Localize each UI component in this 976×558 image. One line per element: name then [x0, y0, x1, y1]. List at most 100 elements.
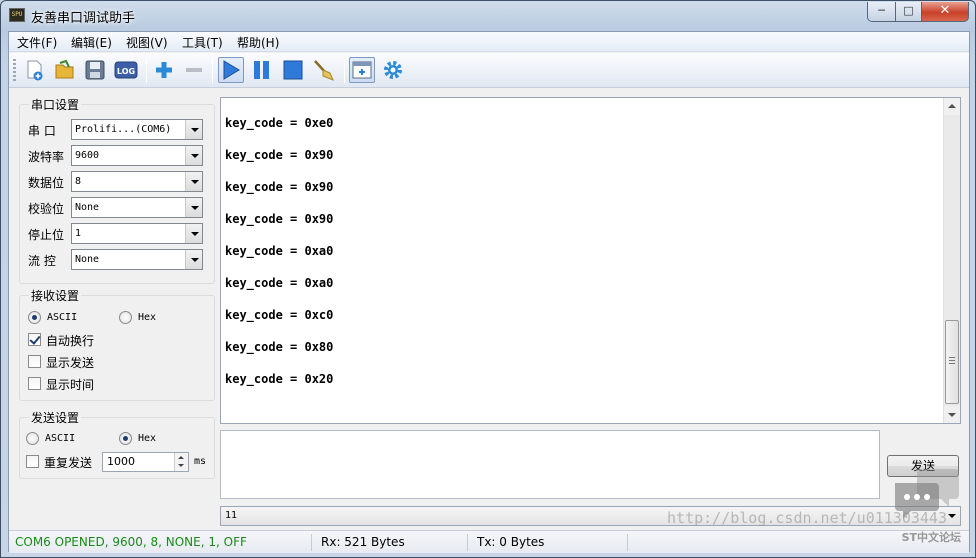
new-window-icon[interactable] [349, 57, 375, 83]
window-title: 友善串口调试助手 [31, 11, 136, 26]
receive-line: key_code = 0x90 [225, 148, 334, 162]
baud-label: 波特率 [28, 150, 65, 164]
left-settings-pane: 串口设置 串 口 Prolifi...(COM6) 波特率 9600 数据位 8… [19, 94, 215, 512]
parity-label: 校验位 [28, 202, 65, 216]
send-hex-radio[interactable] [119, 432, 132, 445]
parity-value: None [75, 202, 100, 213]
receive-line: key_code = 0xe0 [225, 116, 334, 130]
menu-file[interactable]: 文件(F) [17, 34, 57, 51]
receive-area[interactable]: key_code = 0xe0 key_code = 0x90 key_code =… [220, 97, 961, 424]
interval-spinner[interactable] [174, 453, 188, 471]
menu-help[interactable]: 帮助(H) [237, 34, 279, 51]
receive-text: key_code = 0xe0 key_code = 0x90 key_code =… [225, 114, 333, 402]
chevron-down-icon[interactable] [185, 172, 202, 191]
chevron-down-icon[interactable] [185, 120, 202, 139]
scroll-thumb[interactable] [945, 320, 959, 404]
toolbar-separator [344, 59, 345, 83]
open-icon[interactable] [52, 57, 78, 83]
chevron-down-icon[interactable] [178, 464, 184, 467]
auto-newline-checkbox[interactable] [28, 333, 41, 346]
stop-icon[interactable] [280, 57, 306, 83]
send-hex-label: Hex [138, 433, 157, 444]
send-ascii-radio[interactable] [26, 432, 39, 445]
app-icon: SPU [9, 8, 25, 22]
receive-scrollbar[interactable] [943, 98, 960, 423]
chevron-down-icon[interactable] [185, 198, 202, 217]
add-icon[interactable] [151, 57, 177, 83]
databits-select[interactable]: 8 [71, 171, 203, 192]
repeat-send-label: 重复发送 [44, 456, 93, 470]
title-bar[interactable]: SPU 友善串口调试助手 ─ □ ✕ [1, 1, 975, 31]
toolbar: LOG [9, 53, 969, 88]
serial-settings-title: 串口设置 [29, 96, 82, 113]
stopbits-select[interactable]: 1 [71, 223, 203, 244]
status-rx: Rx: 521 Bytes [321, 535, 405, 549]
recv-hex-label: Hex [138, 312, 157, 323]
receive-line: key_code = 0xa0 [225, 244, 334, 258]
port-value: Prolifi...(COM6) [75, 124, 172, 135]
svg-text:LOG: LOG [117, 67, 135, 76]
watermark-tag: ST中文论坛 [901, 531, 961, 544]
minimize-button[interactable]: ─ [867, 2, 896, 22]
receive-line: key_code = 0x90 [225, 180, 334, 194]
repeat-interval-value: 1000 [107, 455, 135, 468]
receive-settings-title: 接收设置 [29, 287, 82, 304]
chevron-up-icon[interactable] [178, 456, 184, 459]
toolbar-grip[interactable] [13, 59, 16, 83]
receive-line: key_code = 0x80 [225, 340, 334, 354]
run-icon[interactable] [218, 57, 244, 83]
auto-newline-label: 自动换行 [46, 334, 95, 348]
baud-value: 9600 [75, 150, 100, 161]
client-area: 文件(F) 编辑(E) 视图(V) 工具(T) 帮助(H) LOG 串口设置 串… [8, 31, 970, 553]
recv-ascii-radio[interactable] [28, 311, 41, 324]
save-icon[interactable] [82, 57, 108, 83]
maximize-button[interactable]: □ [895, 2, 922, 22]
send-ascii-label: ASCII [45, 433, 76, 444]
interval-unit: ms [194, 456, 207, 467]
chevron-down-icon[interactable] [185, 250, 202, 269]
stopbits-label: 停止位 [28, 228, 65, 242]
flowcontrol-select[interactable]: None [71, 249, 203, 270]
menu-edit[interactable]: 编辑(E) [71, 34, 112, 51]
remove-icon[interactable] [181, 57, 207, 83]
repeat-interval-input[interactable]: 1000 [102, 452, 189, 472]
status-bar: COM6 OPENED, 9600, 8, NONE, 1, OFF Rx: 5… [9, 530, 969, 553]
status-divider [311, 534, 312, 551]
send-history-value: 11 [225, 510, 238, 521]
chevron-down-icon[interactable] [185, 224, 202, 243]
databits-label: 数据位 [28, 176, 65, 190]
show-send-label: 显示发送 [46, 356, 95, 370]
receive-line: key_code = 0x20 [225, 372, 334, 386]
new-icon[interactable] [22, 57, 48, 83]
port-select[interactable]: Prolifi...(COM6) [71, 119, 203, 140]
close-button[interactable]: ✕ [921, 2, 969, 22]
flowcontrol-label: 流 控 [28, 254, 56, 268]
show-time-checkbox[interactable] [28, 377, 41, 390]
toolbar-separator [212, 59, 213, 83]
log-icon[interactable]: LOG [113, 57, 139, 83]
pause-icon[interactable] [249, 57, 275, 83]
receive-line: key_code = 0xc0 [225, 308, 334, 322]
receive-line: key_code = 0xa0 [225, 276, 334, 290]
menu-view[interactable]: 视图(V) [126, 34, 168, 51]
receive-line: key_code = 0x90 [225, 212, 334, 226]
scroll-up-button[interactable] [944, 98, 960, 115]
show-send-checkbox[interactable] [28, 355, 41, 368]
status-divider [467, 534, 468, 551]
repeat-send-checkbox[interactable] [26, 455, 39, 468]
status-tx: Tx: 0 Bytes [477, 535, 545, 549]
flowcontrol-value: None [75, 254, 100, 265]
parity-select[interactable]: None [71, 197, 203, 218]
settings-icon[interactable] [380, 57, 406, 83]
databits-value: 8 [75, 176, 82, 187]
clear-icon[interactable] [311, 57, 337, 83]
status-port: COM6 OPENED, 9600, 8, NONE, 1, OFF [15, 535, 247, 549]
scroll-down-button[interactable] [944, 406, 960, 423]
baud-select[interactable]: 9600 [71, 145, 203, 166]
menu-tools[interactable]: 工具(T) [182, 34, 223, 51]
recv-hex-radio[interactable] [119, 311, 132, 324]
watermark-url: http://blog.csdn.net/u011303443 [667, 509, 947, 527]
toolbar-separator [146, 59, 147, 83]
chevron-down-icon[interactable] [185, 146, 202, 165]
send-input[interactable] [220, 430, 880, 499]
